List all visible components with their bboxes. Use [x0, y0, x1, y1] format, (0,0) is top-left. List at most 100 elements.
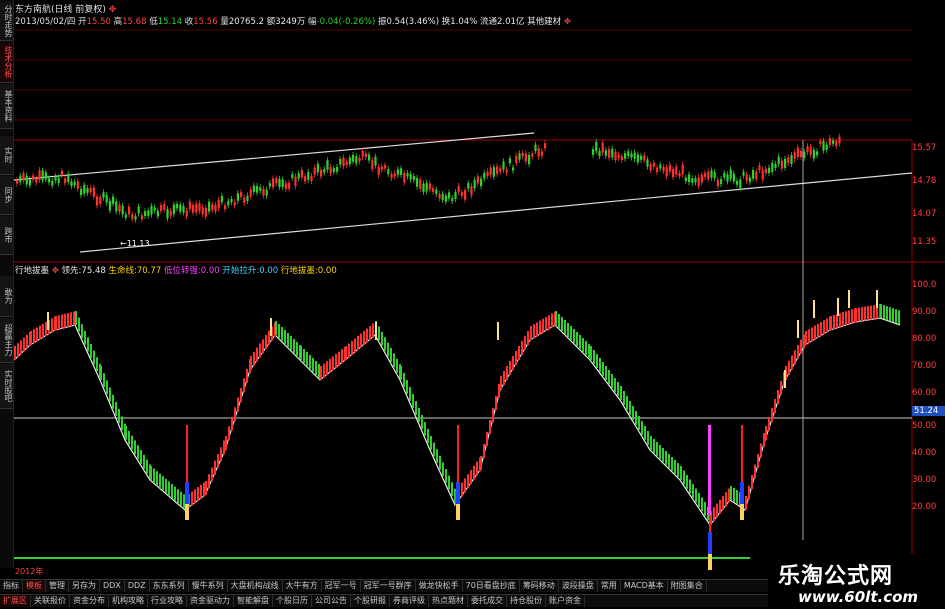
candle-body	[28, 178, 31, 186]
osc-bar	[464, 478, 466, 493]
tab-item[interactable]: 扩展区	[0, 595, 31, 607]
osc-bar	[323, 363, 325, 378]
osc-bar	[20, 340, 22, 355]
osc-bar	[725, 492, 727, 507]
candle-body	[710, 170, 713, 178]
settings-icon[interactable]: ✥	[52, 266, 59, 276]
tab-item[interactable]: 常用	[598, 580, 621, 592]
tab-item[interactable]: 波段操盘	[559, 580, 598, 592]
osc-bar	[268, 330, 270, 345]
candle-body	[672, 169, 675, 178]
tab-item[interactable]: 关联报价	[31, 595, 70, 607]
osc-bar	[64, 313, 66, 328]
osc-bar	[768, 417, 770, 431]
osc-bar	[677, 463, 679, 477]
candle-body	[278, 178, 281, 187]
stock-chart-window: 分时走势 技术分析 基本资料 实时 同步 跨市 敢为 超赢主力 实时股吧 东方南…	[0, 0, 945, 609]
osc-bar	[808, 329, 810, 344]
tab-item[interactable]: 个股日历	[273, 595, 312, 607]
osc-bar	[140, 450, 142, 464]
candle-body	[144, 211, 147, 217]
tab-item[interactable]: 筹码移动	[520, 580, 559, 592]
osc-bar	[341, 349, 343, 364]
tab-item[interactable]: 指标	[0, 580, 23, 592]
tab-item[interactable]: 慢牛系列	[189, 580, 228, 592]
osc-bar	[527, 331, 529, 345]
osc-bar	[486, 432, 488, 446]
candle-body	[243, 197, 246, 204]
signal-tip	[740, 504, 744, 520]
tab-item[interactable]: 模板	[23, 580, 46, 592]
tab-item[interactable]: 另存为	[69, 580, 100, 592]
candle-body	[339, 159, 342, 165]
tab-item[interactable]: 券商评级	[390, 595, 429, 607]
tab-item[interactable]: 个股研报	[351, 595, 390, 607]
candle-body	[780, 160, 783, 169]
indicator-name[interactable]: 行地拔墨	[15, 266, 49, 276]
tab-item[interactable]: 做龙快松手	[416, 580, 463, 592]
candle-body	[204, 208, 207, 217]
osc-bar	[287, 333, 289, 347]
osc-bar	[378, 326, 380, 341]
tab-item[interactable]: 冠军一号群序	[361, 580, 416, 592]
candle-body	[179, 204, 182, 212]
osc-bar	[728, 488, 730, 503]
tab-item[interactable]: 行业攻略	[148, 595, 187, 607]
candle-body	[227, 200, 230, 206]
candle-body	[224, 205, 227, 210]
chart-canvas[interactable]	[0, 0, 945, 609]
tab-item[interactable]: 大盘机构战线	[228, 580, 283, 592]
candle-body	[57, 177, 60, 184]
tab-item[interactable]: 热点题材	[429, 595, 468, 607]
candle-body	[800, 151, 803, 158]
candle-body	[694, 178, 697, 183]
tab-item[interactable]: 冠军一号	[322, 580, 361, 592]
osc-bar	[751, 475, 753, 489]
tab-item[interactable]: DDX	[100, 580, 125, 592]
candle-body	[211, 204, 214, 211]
osc-bar	[180, 491, 182, 506]
tab-item[interactable]: 70日看盘抄底	[463, 580, 520, 592]
tab-item[interactable]: DDZ	[125, 580, 150, 592]
osc-bar	[369, 326, 371, 340]
tab-item[interactable]: 持仓股份	[507, 595, 546, 607]
tab-item[interactable]: 附图集合	[668, 580, 707, 592]
candle-body	[409, 174, 412, 180]
osc-bar	[306, 352, 308, 366]
candle-body	[531, 153, 534, 157]
tab-item[interactable]: 机构攻略	[109, 595, 148, 607]
yellow-tick	[47, 312, 49, 330]
tab-item[interactable]: 资金驱动力	[187, 595, 234, 607]
indicator-value: 0.00	[317, 266, 337, 276]
tab-item[interactable]: 东东系列	[150, 580, 189, 592]
candle-body	[233, 202, 236, 206]
osc-bar	[588, 344, 590, 358]
candle-body	[400, 168, 403, 175]
tab-item[interactable]: 资金分布	[70, 595, 109, 607]
candle-body	[112, 196, 115, 204]
osc-bar	[275, 321, 277, 335]
tab-item[interactable]: 账户资金	[546, 595, 585, 607]
osc-bar	[312, 358, 314, 372]
candle-body	[451, 197, 454, 202]
candle-body	[115, 201, 118, 212]
candle-body	[432, 188, 435, 192]
osc-bar	[886, 306, 888, 321]
osc-bar	[115, 402, 117, 416]
candle-body	[496, 166, 499, 174]
tab-item[interactable]: 公司公告	[312, 595, 351, 607]
tab-item[interactable]: 智能解盘	[234, 595, 273, 607]
candle-body	[92, 187, 95, 197]
watermark-url: www.60lt.com	[798, 588, 919, 606]
tab-item[interactable]: 委托成交	[468, 595, 507, 607]
osc-bar	[75, 311, 77, 325]
osc-bar	[329, 358, 331, 373]
osc-bar	[118, 409, 120, 424]
tab-item[interactable]: 大牛有方	[283, 580, 322, 592]
osc-bar	[533, 324, 535, 339]
osc-bar	[653, 439, 655, 453]
ind-current-value: 51.24	[912, 406, 945, 416]
tab-item[interactable]: 管理	[46, 580, 69, 592]
tab-item[interactable]: MACD基本	[621, 580, 668, 592]
signal-block	[708, 532, 712, 554]
